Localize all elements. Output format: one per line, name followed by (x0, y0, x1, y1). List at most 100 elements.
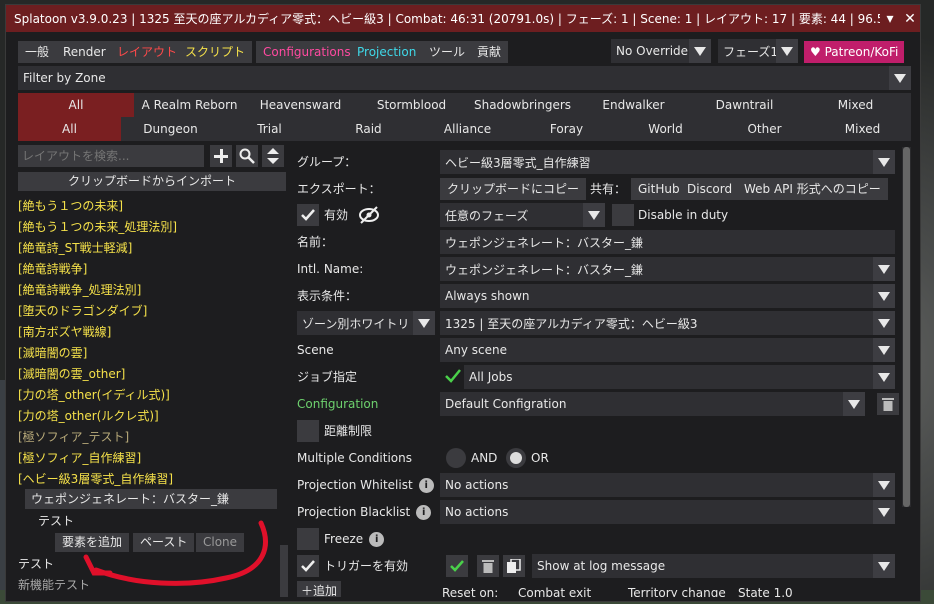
zone-whitelist-select[interactable]: ゾーン別ホワイトリ (297, 311, 435, 335)
zones_row2-6[interactable]: World (616, 117, 715, 141)
collapse-icon[interactable]: ▾ (880, 11, 900, 27)
webapi-copy-button[interactable]: Web API 形式へのコピー (737, 178, 888, 200)
delete-config-button[interactable] (877, 393, 899, 415)
layout-item[interactable]: [絶竜詩戦争_処理法別] (18, 280, 141, 301)
info-icon[interactable]: i (418, 478, 434, 493)
zones_row1-1[interactable]: A Realm Reborn (134, 93, 245, 117)
chevron-down-icon (889, 66, 911, 90)
zones_row2-2[interactable]: Trial (220, 117, 319, 141)
sort-button[interactable] (262, 145, 284, 167)
zones_row2-0[interactable]: All (18, 117, 121, 141)
override-select[interactable]: No Override (611, 39, 711, 63)
tab-3[interactable]: スクリプト (178, 41, 253, 63)
zones_row2-7[interactable]: Other (715, 117, 814, 141)
title-bar[interactable]: Splatoon v3.9.0.23 | 1325 至天の座アルカディア零式：ヘ… (6, 5, 920, 32)
add-trigger-button[interactable]: ＋追加 (297, 581, 342, 597)
display-condition-select[interactable]: Always shown (440, 284, 895, 308)
zones_row1-4[interactable]: Shadowbringers (467, 93, 578, 117)
zones_row1-7[interactable]: Mixed (800, 93, 911, 117)
editor-scrollbar-thumb[interactable] (903, 147, 910, 507)
layout-item[interactable]: [ヘビー級3層零式_自作練習] (18, 469, 173, 490)
layout-item[interactable]: [滅暗闇の雲] (18, 343, 87, 364)
enabled-checkbox[interactable] (297, 204, 319, 226)
zones_row1-3[interactable]: Stormblood (356, 93, 467, 117)
tab-5[interactable]: Projection (350, 41, 424, 63)
layout-item[interactable]: [滅暗闇の雲_other] (18, 364, 125, 385)
zones_row2-4[interactable]: Alliance (418, 117, 517, 141)
group-test-item[interactable]: テスト (18, 554, 54, 574)
distance-limit-checkbox[interactable] (297, 420, 319, 442)
layout-item[interactable]: [極ソフィア_自作練習] (18, 448, 141, 469)
layout-item[interactable]: [絶竜詩戦争] (18, 259, 87, 280)
disable-duty-checkbox[interactable] (612, 204, 634, 226)
name-input[interactable]: ウェポンジェネレート：バスター_鎌 (440, 230, 895, 254)
layout-item[interactable]: [極ソフィア_テスト] (18, 427, 129, 448)
layout-item[interactable]: [力の塔_other(ルクレ式)] (18, 406, 159, 427)
intl-name-select[interactable]: ウェポンジェネレート：バスター_鎌 (440, 257, 895, 281)
scene-select[interactable]: Any scene (440, 338, 895, 362)
projection-whitelist-select[interactable]: No actions (440, 473, 895, 497)
plus-icon: ＋ (301, 584, 314, 597)
info-icon[interactable]: i (369, 532, 385, 547)
multiple-conditions-label: Multiple Conditions (297, 451, 412, 465)
phase-select[interactable]: フェーズ1 (718, 39, 798, 63)
tab-6[interactable]: ツール (422, 41, 473, 63)
tab-1[interactable]: Render (56, 41, 113, 63)
patreon-button[interactable]: ♥ Patreon/KoFi (804, 41, 905, 63)
editor-scrollbar[interactable] (902, 147, 911, 507)
search-button[interactable] (236, 145, 258, 167)
zones_row2-1[interactable]: Dungeon (121, 117, 220, 141)
territory-change-option[interactable]: Territory change (628, 581, 726, 597)
chevron-down-icon (689, 39, 711, 63)
chevron-down-icon (873, 284, 895, 308)
add-layout-button[interactable] (210, 145, 232, 167)
close-icon[interactable]: ✕ (900, 11, 920, 27)
selected-layout-item[interactable]: ウェポンジェネレート：バスター_鎌 (25, 489, 277, 509)
group-label: グループ： (297, 155, 357, 169)
tab-7[interactable]: 貢献 (470, 41, 509, 63)
eye-slash-icon[interactable] (358, 206, 380, 224)
zones_row2-8[interactable]: Mixed (814, 117, 911, 141)
state-option[interactable]: State 1.0 (738, 581, 793, 597)
zones_row1-5[interactable]: Endwalker (578, 93, 689, 117)
info-icon[interactable]: i (416, 505, 432, 520)
phase-condition-select[interactable]: 任意のフェーズ (440, 203, 605, 227)
zones_row2-5[interactable]: Foray (517, 117, 616, 141)
layout-item[interactable]: [絶もう１つの未来] (18, 196, 123, 217)
trigger-enable-toggle[interactable] (446, 555, 468, 577)
copy-icon (507, 559, 521, 573)
freeze-checkbox[interactable] (297, 528, 319, 550)
zones_row1-0[interactable]: All (18, 93, 134, 117)
group-select[interactable]: ヘビー級3層零式_自作練習 (440, 150, 895, 174)
tab-0[interactable]: 一般 (18, 41, 57, 63)
zones_row2-3[interactable]: Raid (319, 117, 418, 141)
configuration-select[interactable]: Default Configration (440, 392, 865, 416)
enabled-label: 有効 (324, 208, 349, 222)
copy-trigger-button[interactable] (503, 555, 525, 577)
copy-clipboard-button[interactable]: クリップボードにコピー (440, 178, 587, 200)
filter-zone-select[interactable]: Filter by Zone (18, 66, 911, 90)
and-radio[interactable] (446, 448, 466, 468)
layout-item[interactable]: [南方ボズヤ戦線] (18, 322, 111, 343)
layout-item[interactable]: [絶もう１つの未来_処理法別] (18, 217, 177, 238)
or-radio[interactable] (506, 448, 526, 468)
zones_row1-2[interactable]: Heavensward (245, 93, 356, 117)
delete-trigger-button[interactable] (477, 555, 499, 577)
element-item[interactable]: テスト (38, 511, 74, 531)
trigger-type-select[interactable]: Show at log message (532, 554, 895, 578)
tab-4[interactable]: Configurations (256, 41, 358, 63)
layout-item[interactable]: [堕天のドラゴンダイブ] (18, 301, 147, 322)
trigger-checkbox[interactable] (297, 555, 319, 577)
job-select[interactable]: All Jobs (464, 365, 895, 389)
zone-select[interactable]: 1325 | 至天の座アルカディア零式：ヘビー級3 (440, 311, 895, 335)
combat-exit-option[interactable]: Combat exit (518, 581, 591, 597)
import-clipboard-button[interactable]: クリップボードからインポート (18, 172, 286, 191)
tab-2[interactable]: レイアウト (110, 41, 185, 63)
layout-item[interactable]: [力の塔_other(イディル式)] (18, 385, 170, 406)
discord-button[interactable]: Discord (680, 178, 740, 200)
layout-search-input[interactable] (18, 145, 204, 167)
github-button[interactable]: GitHub (631, 178, 687, 200)
layout-item[interactable]: [絶竜詩_ST戦士軽減] (18, 238, 132, 259)
zones_row1-6[interactable]: Dawntrail (689, 93, 800, 117)
projection-blacklist-select[interactable]: No actions (440, 500, 895, 524)
